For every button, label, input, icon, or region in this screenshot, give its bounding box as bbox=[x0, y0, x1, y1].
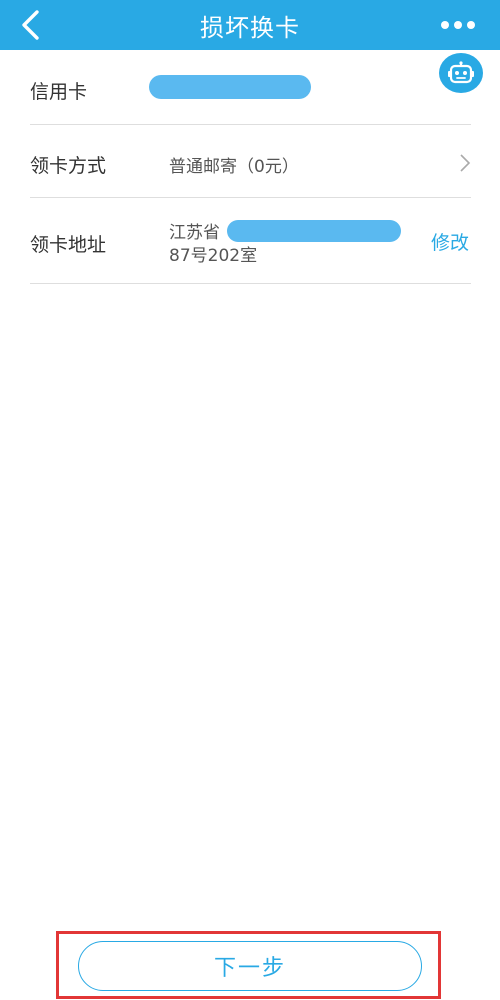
masked-address bbox=[227, 220, 401, 242]
row-label-credit-card: 信用卡 bbox=[30, 81, 88, 103]
row-credit-card[interactable]: 信用卡 bbox=[30, 50, 471, 125]
row-receive-method[interactable]: 领卡方式 普通邮寄（0元） bbox=[30, 125, 471, 198]
back-button[interactable] bbox=[12, 6, 48, 44]
edit-address-link[interactable]: 修改 bbox=[431, 228, 469, 255]
more-button[interactable] bbox=[438, 10, 478, 40]
page-title: 损坏换卡 bbox=[200, 13, 300, 42]
address-line-2: 87号202室 bbox=[169, 246, 258, 266]
row-label-receive-address: 领卡地址 bbox=[30, 234, 107, 256]
address-line-1: 江苏省 bbox=[169, 223, 220, 243]
row-label-receive-method: 领卡方式 bbox=[30, 155, 107, 177]
more-dots-icon bbox=[441, 21, 475, 29]
robot-assistant-button[interactable] bbox=[439, 53, 483, 93]
row-receive-address: 领卡地址 江苏省 87号202室 修改 bbox=[30, 198, 471, 284]
next-step-button[interactable]: 下一步 bbox=[78, 941, 422, 991]
header-bar: 损坏换卡 bbox=[0, 0, 500, 50]
chevron-right-icon bbox=[460, 154, 471, 172]
chevron-left-icon bbox=[22, 10, 39, 40]
masked-card-number bbox=[149, 75, 311, 99]
page: 损坏换卡 信用卡 领卡方式 普通邮寄（0元） 领卡地址 江苏省 87号202室 bbox=[0, 0, 500, 1000]
receive-method-value: 普通邮寄（0元） bbox=[169, 157, 299, 177]
form-rows: 信用卡 领卡方式 普通邮寄（0元） 领卡地址 江苏省 87号202室 修改 bbox=[30, 50, 471, 284]
robot-icon bbox=[448, 61, 474, 84]
